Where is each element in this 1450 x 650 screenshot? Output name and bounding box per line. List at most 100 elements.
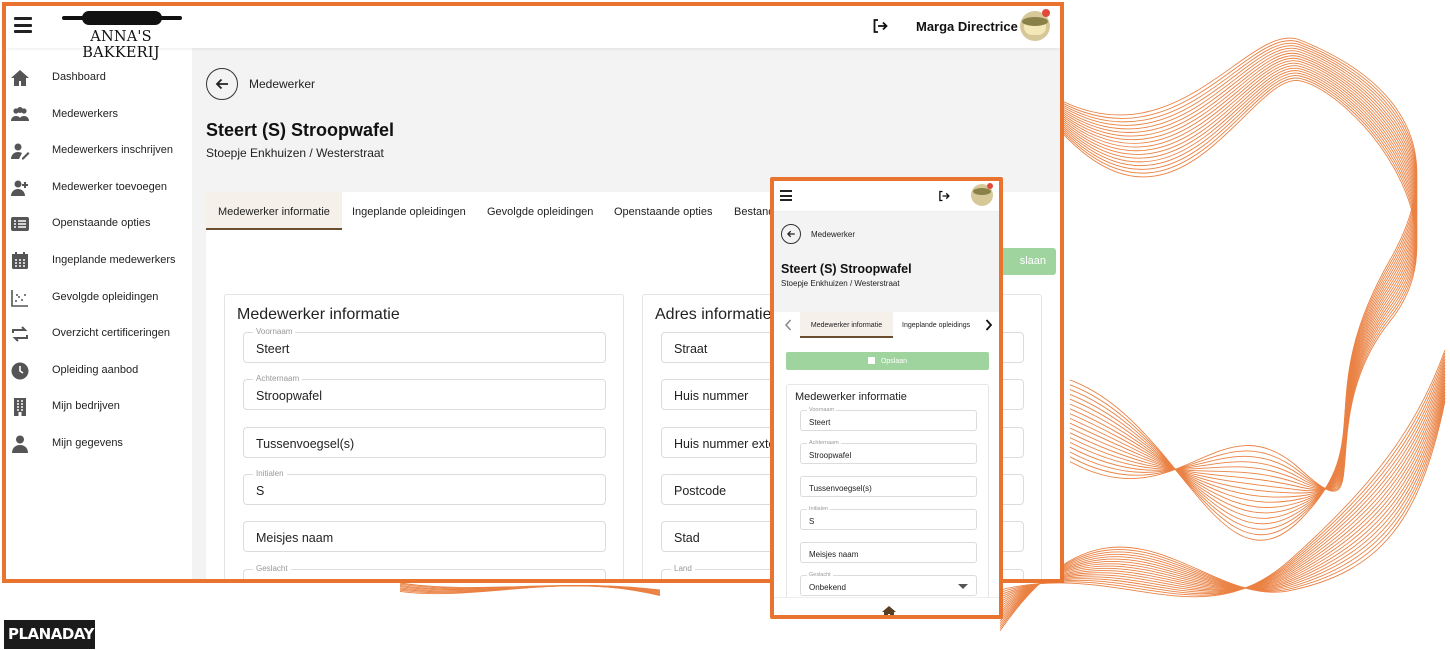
back-button[interactable] xyxy=(206,68,238,100)
sidebar-item-mijn-gegevens[interactable]: Mijn gegevens xyxy=(6,429,192,459)
sidebar-item-medewerkers-inschrijven[interactable]: Medewerkers inschrijven xyxy=(6,136,192,166)
field-value: S xyxy=(256,483,265,498)
tab-medewerker-informatie[interactable]: Medewerker informatie xyxy=(206,192,342,230)
repeat-icon xyxy=(12,326,28,342)
tab-ingeplande-opleidingen[interactable]: Ingeplande opleidings xyxy=(902,312,970,338)
user-add-icon xyxy=(11,180,28,196)
section-title: Medewerker informatie xyxy=(795,391,907,403)
employee-info-section: Medewerker informatie Voornaam Steert Acht… xyxy=(224,294,624,579)
menu-icon[interactable] xyxy=(780,190,792,201)
sidebar: Dashboard Medewerkers Medewerkers inschrij… xyxy=(6,48,192,579)
save-button[interactable]: Opslaan xyxy=(786,352,989,370)
arrow-left-icon xyxy=(786,230,795,238)
section-title: Medewerker informatie xyxy=(237,306,400,323)
rolling-pin-icon xyxy=(62,11,182,25)
chevron-left-icon[interactable] xyxy=(784,319,792,331)
tab-gevolgde-opleidingen[interactable]: Gevolgde opleidingen xyxy=(487,192,593,230)
field-value: Stad xyxy=(674,531,700,546)
menu-icon[interactable] xyxy=(14,17,32,33)
clock-icon xyxy=(11,362,29,380)
sidebar-item-label: Mijn bedrijven xyxy=(52,400,120,413)
logout-icon[interactable] xyxy=(872,18,888,34)
tab-medewerker-informatie[interactable]: Medewerker informatie xyxy=(800,312,893,338)
field-value: Meisjes naam xyxy=(256,531,334,546)
page-title: Steert (S) Stroopwafel xyxy=(781,262,912,276)
sidebar-item-label: Overzicht certificeringen xyxy=(52,327,170,340)
tab-ingeplande-opleidingen[interactable]: Ingeplande opleidingen xyxy=(352,192,466,230)
field-value: Steert xyxy=(809,418,831,427)
top-bar: ANNA'S BAKKERIJ Marga Directrice xyxy=(6,6,1060,61)
voornaam-field[interactable]: Voornaam Steert xyxy=(800,407,977,431)
field-label: Voornaam xyxy=(807,407,837,413)
breadcrumb: Medewerker xyxy=(249,77,316,91)
sidebar-item-label: Medewerker toevoegen xyxy=(52,180,167,193)
sidebar-item-label: Dashboard xyxy=(52,71,106,83)
sidebar-item-dashboard[interactable]: Dashboard xyxy=(6,63,192,93)
sidebar-item-label: Mijn gegevens xyxy=(52,437,123,449)
stage: ANNA'S BAKKERIJ Marga Directrice Dashboa… xyxy=(0,0,1450,650)
mobile-top-bar xyxy=(774,181,999,212)
users-icon xyxy=(11,106,29,121)
save-button[interactable]: slaan xyxy=(996,248,1056,275)
sidebar-item-overzicht-certificeringen[interactable]: Overzicht certificeringen xyxy=(6,319,192,349)
voornaam-field[interactable]: Voornaam Steert xyxy=(243,327,606,363)
achternaam-field[interactable]: Achternaam Stroopwafel xyxy=(800,440,977,464)
field-label: Land xyxy=(671,563,695,573)
field-value: Nederland xyxy=(674,579,732,580)
chevron-right-icon[interactable] xyxy=(985,319,993,331)
initialen-field[interactable]: Initialen S xyxy=(800,506,977,530)
meisjes-naam-field[interactable]: Meisjes naam xyxy=(800,542,977,563)
mobile-header: Medewerker Steert (S) Stroopwafel Stoepj… xyxy=(774,212,999,312)
notification-dot xyxy=(987,183,993,189)
field-label: Initialen xyxy=(807,506,830,512)
tab-openstaande-opties[interactable]: Openstaande opties xyxy=(614,192,712,230)
field-value: Tussenvoegsel(s) xyxy=(809,484,872,493)
sidebar-item-label: Ingeplande medewerkers xyxy=(52,254,176,266)
breadcrumb: Medewerker xyxy=(811,230,856,239)
logout-icon[interactable] xyxy=(938,190,950,202)
sidebar-item-opleiding-aanbod[interactable]: Opleiding aanbod xyxy=(6,356,192,386)
sidebar-item-openstaande-opties[interactable]: Openstaande opties xyxy=(6,209,192,239)
section-title: Adres informatie xyxy=(655,306,772,323)
sidebar-item-label: Medewerkers xyxy=(52,107,119,120)
achternaam-field[interactable]: Achternaam Stroopwafel xyxy=(243,374,606,411)
notification-dot xyxy=(1042,9,1050,17)
sidebar-item-label: Medewerkers inschrijven xyxy=(52,144,174,157)
sidebar-item-medewerker-toevoegen[interactable]: Medewerker toevoegen xyxy=(6,173,192,203)
brand-logo[interactable]: ANNA'S BAKKERIJ xyxy=(56,9,186,61)
tussenvoegsel-s--field[interactable]: Tussenvoegsel(s) xyxy=(243,426,606,458)
field-value: Huis nummer xyxy=(674,389,749,404)
sidebar-item-gevolgde-opleidingen[interactable]: Gevolgde opleidingen xyxy=(6,283,192,313)
brand-name: ANNA'S BAKKERIJ xyxy=(82,29,160,61)
page-subtitle: Stoepje Enkhuizen / Westerstraat xyxy=(781,279,900,288)
field-value: Postcode xyxy=(674,483,727,498)
field-value: Meisjes naam xyxy=(809,550,859,559)
tussenvoegsel-s--field[interactable]: Tussenvoegsel(s) xyxy=(800,476,977,497)
field-value: Tussenvoegsel(s) xyxy=(256,436,355,451)
home-icon[interactable] xyxy=(882,606,896,618)
initialen-field[interactable]: Initialen S xyxy=(243,468,606,505)
sidebar-item-ingeplande-medewerkers[interactable]: Ingeplande medewerkers xyxy=(6,246,192,276)
geslacht-field[interactable]: Geslacht Onbekend xyxy=(800,572,977,596)
user-name[interactable]: Marga Directrice xyxy=(916,19,1018,34)
chevron-down-icon xyxy=(958,584,968,589)
geslacht-field[interactable]: Geslacht Onbekend xyxy=(243,563,606,579)
list-icon xyxy=(11,217,29,232)
chart-icon xyxy=(11,289,28,307)
employee-info-section: Medewerker informatie Voornaam Steert Acht… xyxy=(786,384,989,599)
arrow-left-icon xyxy=(215,78,228,90)
sidebar-item-mijn-bedrijven[interactable]: Mijn bedrijven xyxy=(6,392,192,422)
mobile-bottom-nav xyxy=(774,597,999,618)
page-title: Steert (S) Stroopwafel xyxy=(206,120,395,140)
back-button[interactable] xyxy=(781,224,801,244)
field-value: Onbekend xyxy=(809,583,846,592)
meisjes-naam-field[interactable]: Meisjes naam xyxy=(243,521,606,553)
field-label: Geslacht xyxy=(807,572,833,578)
field-label: Voornaam xyxy=(253,327,296,336)
planaday-logo: PLANADAY xyxy=(4,620,95,649)
tab-bestand[interactable]: Bestand xyxy=(734,192,774,230)
field-label: Geslacht xyxy=(253,563,291,573)
building-icon xyxy=(14,398,26,417)
field-value: Steert xyxy=(256,342,290,356)
sidebar-item-medewerkers[interactable]: Medewerkers xyxy=(6,100,192,130)
